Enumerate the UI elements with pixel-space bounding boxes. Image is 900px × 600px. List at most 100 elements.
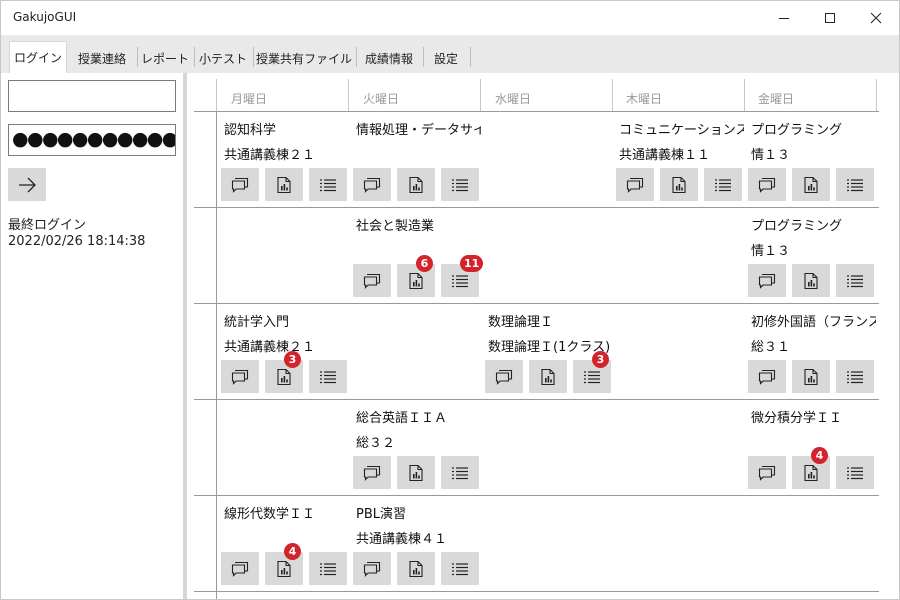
report-button[interactable] (397, 552, 435, 585)
quiz-button[interactable] (441, 456, 479, 489)
report-button[interactable] (397, 456, 435, 489)
class-contact-button[interactable] (748, 456, 786, 489)
column-separator (216, 79, 217, 111)
quiz-button[interactable] (309, 360, 347, 393)
message-icon (626, 177, 644, 193)
quiz-button[interactable] (836, 360, 874, 393)
class-contact-button[interactable] (353, 264, 391, 297)
class-contact-button[interactable] (485, 360, 523, 393)
class-contact-button[interactable] (221, 552, 259, 585)
report-chart-icon (804, 464, 818, 481)
unread-count-badge: 11 (460, 255, 484, 272)
quiz-button[interactable] (309, 168, 347, 201)
day-header: 水曜日 (495, 92, 532, 106)
report-button[interactable] (792, 360, 830, 393)
report-button[interactable] (660, 168, 698, 201)
class-contact-button[interactable] (353, 456, 391, 489)
tab-report[interactable]: レポート (140, 43, 190, 73)
checklist-icon (452, 562, 468, 575)
report-button[interactable] (792, 168, 830, 201)
row-divider (194, 207, 879, 208)
course-room: 共通講義棟２１ (224, 148, 316, 163)
tab-login[interactable]: ログイン (9, 41, 67, 73)
checklist-icon (847, 178, 863, 191)
tab-settings[interactable]: 設定 (426, 43, 466, 73)
tab-label: レポート (140, 51, 189, 66)
class-contact-button[interactable] (748, 168, 786, 201)
message-icon (495, 369, 513, 385)
checklist-icon (452, 178, 468, 191)
login-submit-button[interactable] (8, 168, 46, 201)
password-input[interactable]: ●●●●●●●●●●●● (8, 124, 176, 156)
minimize-icon (779, 18, 789, 19)
course-name: 総合英語ＩＩＡ (356, 411, 448, 426)
close-button[interactable] (853, 1, 899, 35)
quiz-button[interactable] (704, 168, 742, 201)
tab-label: 成績情報 (364, 51, 413, 66)
row-divider (194, 303, 879, 304)
checklist-icon (452, 274, 468, 287)
last-login-label: 最終ログイン (8, 218, 87, 233)
class-contact-button[interactable] (353, 552, 391, 585)
quiz-button[interactable] (836, 456, 874, 489)
course-room: 総３２ (356, 436, 396, 451)
message-icon (363, 177, 381, 193)
column-separator (612, 79, 613, 111)
last-login-value: 2022/02/26 18:14:38 (8, 234, 146, 249)
report-chart-icon (672, 176, 686, 193)
report-button[interactable] (265, 168, 303, 201)
tab-quiz[interactable]: 小テスト (197, 43, 249, 73)
column-separator (348, 79, 349, 111)
tab-separator (137, 47, 138, 67)
report-button[interactable] (529, 360, 567, 393)
message-icon (758, 369, 776, 385)
class-contact-button[interactable] (748, 264, 786, 297)
course-name: プログラミング (751, 123, 843, 138)
report-chart-icon (409, 560, 423, 577)
course-room: 共通講義棟４１ (356, 532, 448, 547)
row-divider (194, 495, 879, 496)
course-name: 認知科学 (224, 123, 277, 138)
tab-label: 授業共有ファイル (256, 51, 353, 66)
quiz-button[interactable] (309, 552, 347, 585)
unread-count-badge: 4 (811, 447, 828, 464)
report-chart-icon (277, 560, 291, 577)
message-icon (758, 273, 776, 289)
day-header: 木曜日 (626, 92, 663, 106)
report-button[interactable] (397, 168, 435, 201)
row-header-separator (216, 111, 217, 599)
report-chart-icon (804, 272, 818, 289)
arrow-right-icon (19, 177, 36, 192)
class-contact-button[interactable] (748, 360, 786, 393)
tab-shared-files[interactable]: 授業共有ファイル (256, 43, 352, 73)
report-chart-icon (409, 176, 423, 193)
username-input[interactable] (8, 80, 176, 112)
checklist-icon (847, 466, 863, 479)
minimize-button[interactable] (761, 1, 807, 35)
checklist-icon (320, 178, 336, 191)
report-button[interactable] (792, 264, 830, 297)
class-contact-button[interactable] (616, 168, 654, 201)
tab-class-contact[interactable]: 授業連絡 (71, 43, 133, 73)
class-contact-button[interactable] (353, 168, 391, 201)
quiz-button[interactable] (441, 552, 479, 585)
maximize-button[interactable] (807, 1, 853, 35)
course-name: プログラミング (751, 219, 843, 234)
tab-grades[interactable]: 成績情報 (359, 43, 419, 73)
quiz-button[interactable] (441, 168, 479, 201)
day-header: 火曜日 (363, 92, 400, 106)
title-bar: GakujoGUI (1, 1, 899, 35)
tab-separator (253, 47, 254, 67)
checklist-icon (320, 370, 336, 383)
class-contact-button[interactable] (221, 168, 259, 201)
course-name: 情報処理・データサイエンス演習 (356, 123, 481, 138)
report-chart-icon (804, 176, 818, 193)
timetable-grid: 月曜日 火曜日 水曜日 木曜日 金曜日認知科学共通講義棟２１ 情報処理・データサイエンス演… (187, 73, 899, 599)
tab-separator (356, 47, 357, 67)
course-name: 微分積分学ＩＩ (751, 411, 843, 426)
column-separator (876, 79, 877, 111)
quiz-button[interactable] (836, 168, 874, 201)
maximize-icon (825, 13, 835, 23)
quiz-button[interactable] (836, 264, 874, 297)
class-contact-button[interactable] (221, 360, 259, 393)
